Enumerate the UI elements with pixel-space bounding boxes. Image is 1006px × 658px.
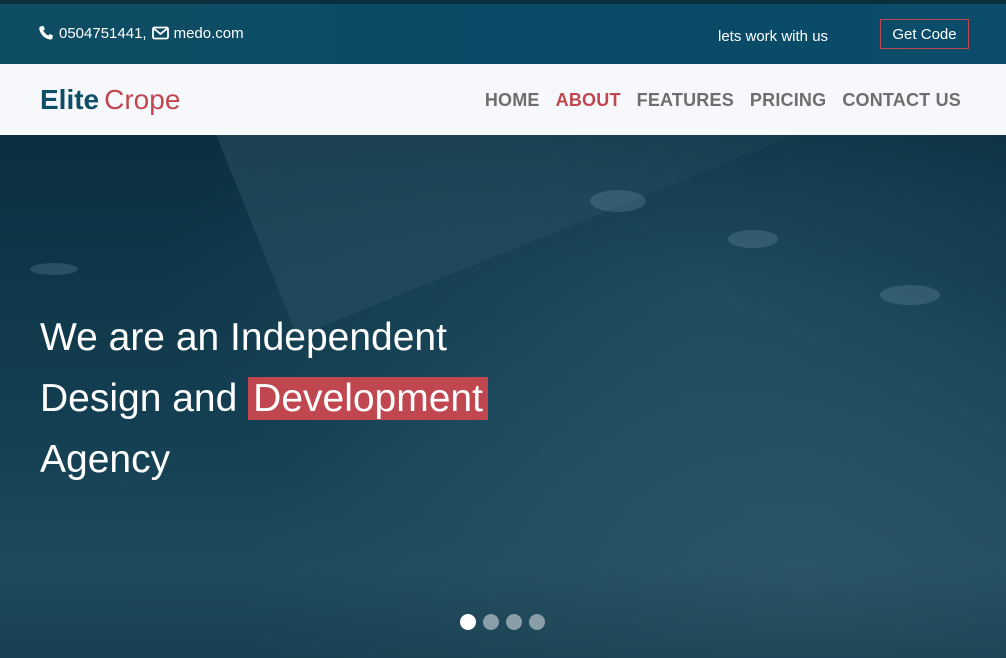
carousel-dot-2[interactable]	[483, 614, 499, 630]
page: 0504751441, medo.com lets work with us G…	[0, 0, 1006, 658]
hero-highlight: Development	[248, 377, 488, 420]
carousel-dot-4[interactable]	[529, 614, 545, 630]
logo-part-crope: Crope	[104, 84, 181, 115]
nav-contact-us[interactable]: CONTACT US	[842, 90, 961, 111]
ceiling-light	[728, 230, 778, 248]
logo[interactable]: Elite Crope	[40, 84, 180, 116]
ceiling-light	[880, 285, 940, 305]
phone-icon	[38, 25, 54, 41]
nav-home[interactable]: HOME	[485, 90, 540, 111]
contact-info: 0504751441, medo.com	[38, 23, 244, 43]
hero-line-1: We are an Independent	[40, 316, 447, 359]
work-with-us-link[interactable]: lets work with us	[718, 28, 828, 45]
hero-headline: We are an Independent Design and Develop…	[40, 307, 660, 490]
nav-pricing[interactable]: PRICING	[750, 90, 826, 111]
hero-line-3: Agency	[40, 438, 171, 481]
hero-banner: We are an Independent Design and Develop…	[0, 135, 1006, 658]
envelope-icon	[151, 26, 169, 40]
nav-features[interactable]: FEATURES	[637, 90, 734, 111]
hero-background-beam	[200, 135, 1006, 337]
hero-line-2: Design and	[40, 377, 238, 420]
get-code-button[interactable]: Get Code	[880, 19, 969, 49]
main-nav: HOME ABOUT FEATURES PRICING CONTACT US	[485, 90, 961, 111]
carousel-dot-1[interactable]	[460, 614, 476, 630]
top-bar: 0504751441, medo.com lets work with us G…	[0, 0, 1006, 64]
ceiling-light	[590, 190, 646, 212]
logo-part-elite: Elite	[40, 84, 100, 115]
nav-about[interactable]: ABOUT	[556, 90, 621, 111]
carousel-dot-3[interactable]	[506, 614, 522, 630]
ceiling-light	[30, 263, 78, 275]
navbar: Elite Crope HOME ABOUT FEATURES PRICING …	[0, 64, 1006, 135]
email-address: medo.com	[173, 24, 244, 42]
phone-number: 0504751441,	[59, 24, 147, 42]
carousel-indicators	[460, 614, 545, 630]
